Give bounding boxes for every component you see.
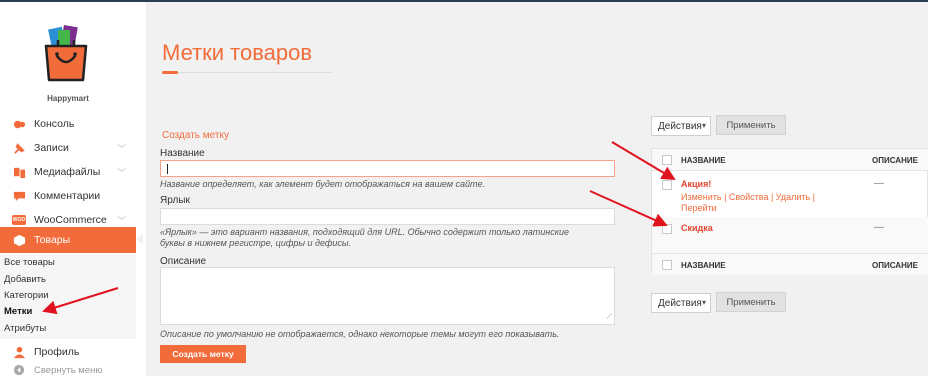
apply-button-top[interactable]: Применить [716, 115, 786, 135]
text-caret [167, 164, 168, 174]
resize-handle-icon[interactable]: ⟋ [606, 312, 612, 322]
table-footer: НАЗВАНИЕ ОПИСАНИЕ [652, 253, 928, 275]
row-actions-line1[interactable]: Изменить | Свойства | Удалить | [681, 192, 881, 203]
tags-table: НАЗВАНИЕ ОПИСАНИЕ Акция! — Изменить | Св… [651, 148, 928, 275]
tag-name-link[interactable]: Акция! [681, 179, 711, 189]
title-divider [162, 72, 332, 73]
chevron-down-icon: ﹀ [116, 143, 126, 154]
bulk-actions-label: Действия [658, 120, 702, 132]
sidebar-item-posts[interactable]: Записи ﹀ [0, 136, 136, 160]
table-header: НАЗВАНИЕ ОПИСАНИЕ [652, 149, 928, 171]
sidebar-item-label: Товары [34, 234, 71, 246]
sidebar-item-media[interactable]: Медиафайлы ﹀ [0, 160, 136, 184]
admin-sidebar: Happymart Консоль Записи ﹀ Медиафайлы ﹀ … [0, 2, 143, 376]
table-row: Скидка — [652, 217, 928, 253]
name-input[interactable] [160, 160, 615, 177]
title-accent [162, 71, 178, 74]
brand-name: Happymart [47, 94, 89, 103]
sidebar-item-label: Свернуть меню [34, 364, 103, 376]
description-hint: Описание по умолчанию не отображается, о… [160, 329, 560, 339]
chevron-down-icon: ▾ [701, 121, 706, 130]
apply-button-bottom[interactable]: Применить [716, 292, 786, 312]
woo-icon: WOO [11, 215, 27, 225]
sidebar-item-label: WooCommerce [34, 214, 107, 226]
sidebar-item-products[interactable]: Товары [0, 227, 143, 253]
chevron-down-icon: ▾ [701, 298, 706, 307]
name-label: Название [160, 148, 205, 159]
bulk-actions-select-top[interactable]: Действия ▾ [651, 116, 711, 136]
slug-hint-line1: «Ярлык» — это вариант названия, подходящ… [160, 227, 570, 237]
row-actions-line2[interactable]: Перейти [681, 203, 881, 214]
page-title: Метки товаров [162, 40, 313, 65]
sidebar-item-label: Записи [34, 142, 69, 154]
submenu-attributes[interactable]: Атрибуты [4, 323, 46, 334]
submenu-all-products[interactable]: Все товары [4, 257, 55, 268]
tag-name-link[interactable]: Скидка [681, 223, 713, 233]
slug-hint-line2: буквы в нижнем регистре, цифры и дефисы. [160, 238, 352, 248]
submenu-add[interactable]: Добавить [4, 274, 46, 285]
sidebar-item-console[interactable]: Консоль [0, 112, 136, 136]
sidebar-item-label: Консоль [34, 118, 75, 130]
sidebar-item-label: Медиафайлы [34, 166, 101, 178]
products-icon [12, 233, 26, 247]
select-all-checkbox[interactable] [662, 155, 672, 165]
sidebar-item-label: Профиль [34, 346, 80, 358]
row-checkbox[interactable] [662, 224, 672, 234]
row-actions[interactable]: Изменить | Свойства | Удалить | Перейти [681, 192, 881, 214]
sidebar-collapse-menu[interactable]: Свернуть меню [0, 358, 136, 376]
submenu-tags[interactable]: Метки [4, 306, 32, 317]
slug-input[interactable] [160, 208, 615, 225]
chevron-down-icon: ﹀ [116, 167, 126, 178]
sidebar-item-comments[interactable]: Комментарии [0, 184, 136, 208]
column-name-footer[interactable]: НАЗВАНИЕ [681, 261, 726, 270]
media-icon [12, 165, 26, 179]
shopping-bag-logo [44, 24, 88, 82]
create-tag-heading: Создать метку [162, 130, 229, 141]
sidebar-item-label: Комментарии [34, 190, 101, 202]
select-all-checkbox[interactable] [662, 260, 672, 270]
column-description-header[interactable]: ОПИСАНИЕ [872, 156, 918, 165]
user-icon [12, 345, 26, 359]
create-tag-button[interactable]: Создать метку [160, 345, 246, 363]
description-textarea[interactable]: ⟋ [160, 267, 615, 325]
comment-icon [12, 189, 26, 203]
column-name-header[interactable]: НАЗВАНИЕ [681, 156, 726, 165]
tag-description: — [874, 222, 884, 233]
column-description-footer[interactable]: ОПИСАНИЕ [872, 261, 918, 270]
bulk-actions-select-bottom[interactable]: Действия ▾ [651, 293, 711, 313]
bulk-actions-label: Действия [658, 297, 702, 309]
collapse-icon [12, 363, 26, 376]
main-content: Метки товаров Создать метку Название Наз… [146, 2, 928, 376]
chevron-down-icon: ﹀ [116, 215, 126, 226]
submenu-categories[interactable]: Категории [4, 290, 49, 301]
products-submenu: Все товары Добавить Категории Метки Атри… [0, 255, 136, 339]
dashboard-icon [12, 117, 26, 131]
name-hint: Название определяет, как элемент будет о… [160, 179, 486, 189]
pin-icon [12, 141, 26, 155]
tag-description: — [874, 178, 884, 189]
slug-label: Ярлык [160, 195, 190, 206]
row-checkbox[interactable] [662, 180, 672, 190]
description-label: Описание [160, 256, 207, 267]
